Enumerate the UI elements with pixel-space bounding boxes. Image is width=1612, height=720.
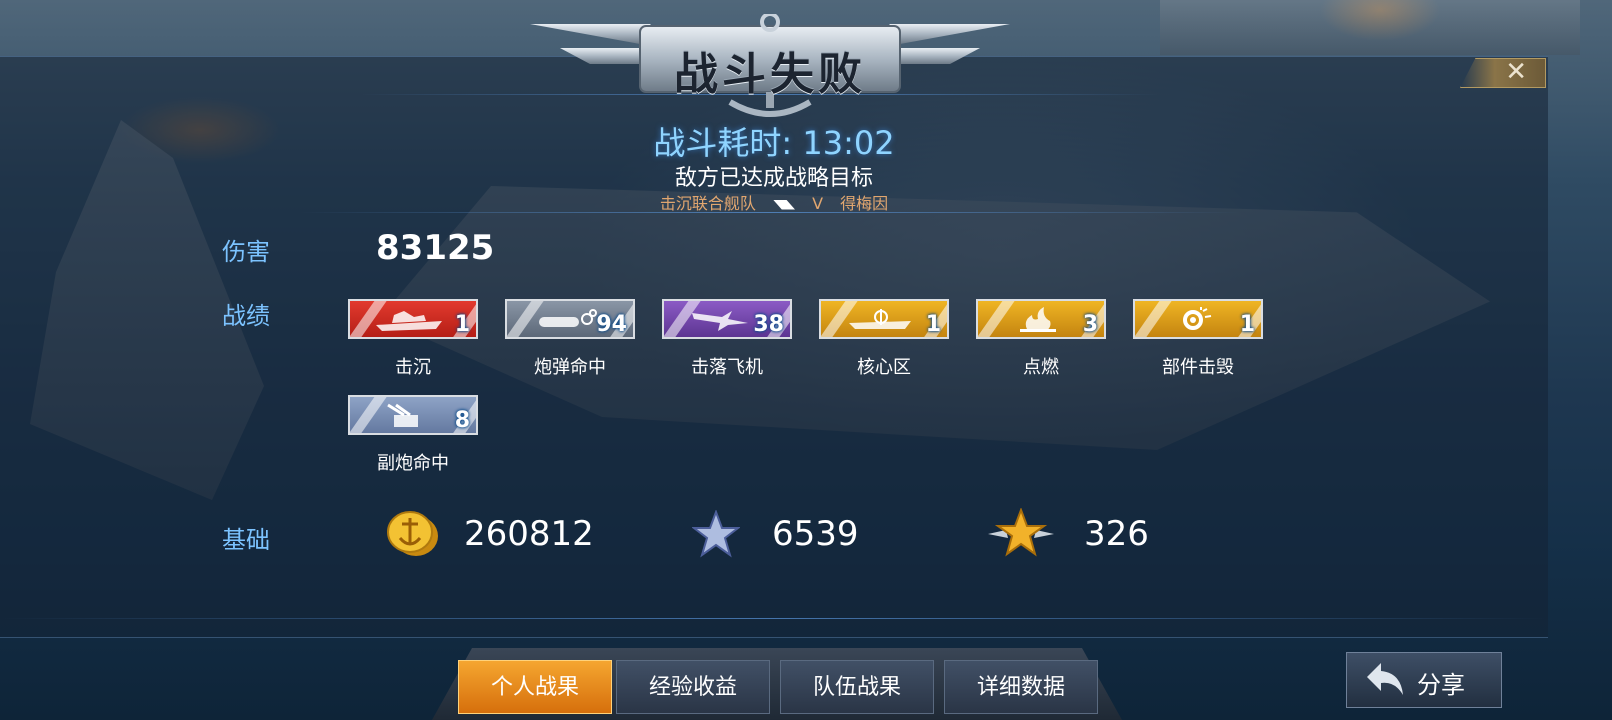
stat-count: 38: [753, 312, 784, 337]
stat-planes-down[interactable]: 38 击落飞机: [660, 299, 794, 379]
ship-icon: [376, 311, 442, 331]
gold-star-wings-icon: [988, 508, 1054, 557]
fire-icon: [1020, 307, 1056, 332]
tab-exp-earnings[interactable]: 经验收益: [616, 660, 770, 714]
silver-star-icon: [692, 510, 740, 558]
title-banner: 战斗失败: [530, 14, 1010, 118]
stat-card[interactable]: 1: [1133, 299, 1263, 339]
player-ship-label: 得梅因: [840, 194, 889, 213]
stat-card[interactable]: 94: [505, 299, 635, 339]
stat-card[interactable]: 38: [662, 299, 792, 339]
tab-team-result[interactable]: 队伍战果: [780, 660, 934, 714]
shell-icon: [539, 309, 597, 327]
coin-value: 260812: [464, 514, 594, 554]
stat-sink[interactable]: 1 击沉: [346, 299, 480, 379]
stat-name: 副炮命中: [377, 453, 449, 474]
stat-parts-destroyed[interactable]: 1 部件击毁: [1131, 299, 1265, 379]
stat-count: 1: [925, 312, 941, 337]
stat-name: 点燃: [1023, 357, 1059, 378]
enemy-fleet-label: 击沉联合舰队: [659, 194, 756, 213]
stat-card[interactable]: 8: [348, 395, 478, 435]
share-button[interactable]: 分享: [1346, 652, 1502, 708]
battle-result-screen: 战斗失败 ✕ 战斗耗时: 13:02 敌方已达成战略目标 击沉联合舰队 V 得梅…: [0, 0, 1612, 720]
stat-name: 击沉: [395, 357, 431, 378]
stat-name: 核心区: [857, 357, 911, 378]
gear-icon: [1183, 307, 1212, 330]
tab-personal-result[interactable]: 个人战果: [458, 660, 612, 714]
merit-value: 326: [1084, 514, 1149, 554]
stat-count: 8: [454, 408, 470, 433]
exp-value: 6539: [772, 514, 859, 554]
damage-value: 83125: [376, 228, 495, 268]
turret-icon: [387, 403, 418, 427]
versus-row: 击沉联合舰队 V 得梅因: [0, 190, 1548, 214]
battle-time: 战斗耗时: 13:02: [653, 124, 895, 162]
stat-count: 1: [454, 312, 470, 337]
stat-name: 炮弹命中: [534, 357, 606, 378]
stat-name: 部件击毁: [1162, 357, 1234, 378]
gold-coin-icon: [387, 511, 438, 556]
stat-count: 94: [596, 312, 627, 337]
share-label: 分享: [1417, 671, 1465, 699]
close-icon[interactable]: ✕: [1505, 58, 1527, 87]
stat-card[interactable]: 3: [976, 299, 1106, 339]
share-arrow-icon: [1367, 663, 1403, 695]
basic-label: 基础: [222, 526, 270, 554]
stat-count: 1: [1239, 312, 1255, 337]
result-reason: 敌方已达成战略目标: [674, 166, 873, 191]
distant-ships: [1160, 0, 1580, 55]
plane-icon: [692, 311, 748, 331]
stat-ignite[interactable]: 3 点燃: [974, 299, 1108, 379]
stat-card[interactable]: 1: [819, 299, 949, 339]
divider: [0, 618, 1548, 619]
stat-name: 击落飞机: [691, 357, 763, 378]
versus-label: V: [812, 194, 824, 213]
stat-card[interactable]: 1: [348, 299, 478, 339]
flag-icon: [772, 199, 795, 210]
stat-secondary-hit[interactable]: 8 副炮命中: [346, 395, 480, 475]
page-title: 战斗失败: [674, 49, 866, 100]
tab-detailed-data[interactable]: 详细数据: [944, 660, 1098, 714]
stat-count: 3: [1082, 312, 1098, 337]
record-label: 战绩: [222, 302, 270, 330]
stat-shell-hit[interactable]: 94 炮弹命中: [503, 299, 637, 379]
stat-core-area[interactable]: 1 核心区: [817, 299, 951, 379]
damage-label: 伤害: [222, 238, 270, 266]
core-icon: [849, 309, 911, 329]
